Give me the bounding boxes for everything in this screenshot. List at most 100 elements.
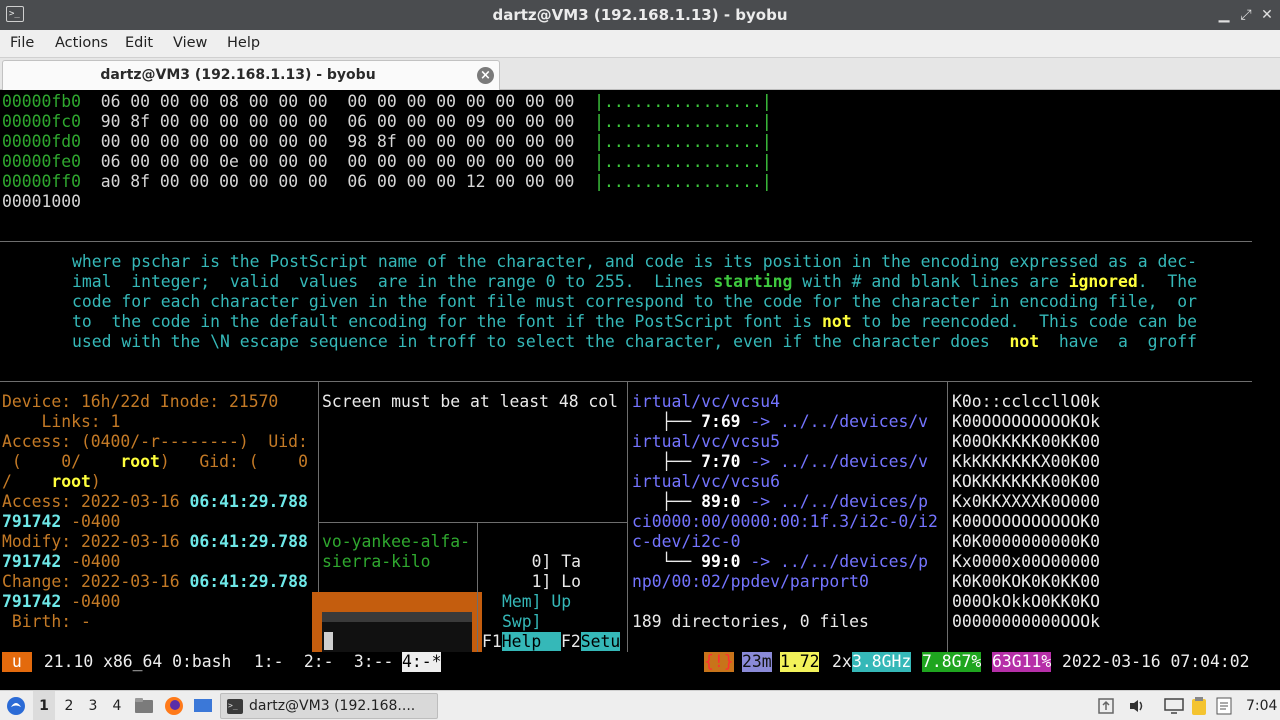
tab-session[interactable]: dartz@VM3 (192.168.1.13) - byobu ×: [2, 60, 500, 90]
menu-actions[interactable]: Actions: [55, 30, 108, 58]
start-menu-icon[interactable]: [5, 691, 27, 720]
tree-line: irtual/vc/vcsu4: [632, 392, 781, 411]
stat-birth: Birth: -: [2, 612, 91, 631]
workspace-2[interactable]: 2: [58, 691, 80, 720]
stat-modify-frac: 791742 -0400: [2, 552, 121, 571]
workspace-3[interactable]: 3: [82, 691, 104, 720]
display-icon[interactable]: [1164, 691, 1186, 720]
window-title: dartz@VM3 (192.168.1.13) - byobu: [492, 6, 788, 24]
stat-modify-time: Modify: 2022-03-16 06:41:29.788: [2, 532, 308, 551]
workspace-4[interactable]: 4: [106, 691, 128, 720]
taskbar-terminal-task[interactable]: >_ dartz@VM3 (192.168....: [220, 693, 438, 719]
status-memory: 7.8G7%: [922, 652, 982, 672]
pane-divider: [0, 381, 1252, 382]
pane-divider: [319, 522, 627, 523]
hex-end-offset: 00001000: [2, 192, 81, 211]
tray-upload-icon[interactable]: [1098, 691, 1118, 720]
close-window-button[interactable]: ✕: [1257, 5, 1277, 25]
stat-uid: ( 0/ root) Gid: ( 0: [2, 452, 308, 471]
hex-row: 00000fe0 06 00 00 00 0e 00 00 00 00 00 0…: [2, 152, 772, 171]
workspace-1[interactable]: 1: [33, 691, 55, 720]
tree-summary: 189 directories, 0 files: [632, 612, 869, 631]
status-window-1[interactable]: 1:-: [244, 652, 293, 672]
art-line: 00000000000OOOk: [952, 612, 1101, 631]
tab-bar: dartz@VM3 (192.168.1.13) - byobu ×: [0, 58, 1280, 90]
byobu-status-bar: u 21.10 x86_64 0:bash 1:- 2:- 3:-- 4:-* …: [0, 652, 1280, 672]
menu-file[interactable]: File: [10, 30, 34, 58]
pane-divider: [627, 382, 628, 652]
screen-size-warning: Screen must be at least 48 col: [322, 392, 619, 411]
tree-line: irtual/vc/vcsu5: [632, 432, 781, 451]
art-line: K00OOOOOOOOOOK0: [952, 512, 1101, 531]
desktop-icon[interactable]: [193, 691, 215, 720]
stat-access-perm: Access: (0400/-r--------) Uid:: [2, 432, 308, 451]
tab-close-icon[interactable]: ×: [477, 67, 494, 84]
pane-divider: [947, 382, 948, 652]
task-label: dartz@VM3 (192.168....: [249, 698, 416, 714]
terminal-area[interactable]: 00000fb0 06 00 00 00 08 00 00 00 00 00 0…: [0, 90, 1280, 690]
stat-gid: / root): [2, 472, 101, 491]
tree-line: irtual/vc/vcsu6: [632, 472, 781, 491]
stat-change-time: Change: 2022-03-16 06:41:29.788: [2, 572, 308, 591]
firefox-icon[interactable]: [164, 691, 186, 720]
status-os-badge: u: [2, 652, 32, 672]
status-release: 21.10 x86_64 0:bash: [34, 652, 242, 671]
window-titlebar[interactable]: >_ dartz@VM3 (192.168.1.13) - byobu ▁ ⤢ …: [0, 0, 1280, 30]
art-line: K0o::cclccllO0k: [952, 392, 1101, 411]
art-line: KOKKKKKKKK00K00: [952, 472, 1101, 491]
status-window-4-active[interactable]: 4:-*: [402, 652, 442, 672]
tab-title: dartz@VM3 (192.168.1.13) - byobu: [100, 67, 376, 83]
htop-help-button[interactable]: Help: [501, 632, 561, 651]
menu-view[interactable]: View: [173, 30, 207, 58]
stat-access-frac: 791742 -0400: [2, 512, 121, 531]
art-line: K0K0000000000K0: [952, 532, 1101, 551]
volume-icon[interactable]: [1128, 691, 1148, 720]
status-window-2[interactable]: 2:-: [294, 652, 343, 672]
art-line: 000OkOkkO0KK0KO: [952, 592, 1101, 611]
maximize-button[interactable]: ⤢: [1236, 5, 1256, 25]
tree-line: ci0000:00/0000:00:1f.3/i2c-0/i2: [632, 512, 938, 531]
terminal-icon: >_: [227, 699, 243, 714]
notes-icon[interactable]: [1216, 691, 1236, 720]
status-disk: 63G11%: [992, 652, 1052, 672]
stat-links: Links: 1: [2, 412, 121, 431]
tree-line: ├── 7:69 -> ../../devices/v: [632, 412, 929, 431]
menu-bar: File Actions Edit View Help: [0, 30, 1280, 58]
status-load: 1.72: [780, 652, 820, 672]
taskbar: 1 2 3 4 >_ dartz@VM3 (192.168.... 7:04: [0, 690, 1280, 720]
hex-row: 00000ff0 a0 8f 00 00 00 00 00 00 06 00 0…: [2, 172, 772, 191]
man-line: where pschar is the PostScript name of t…: [72, 252, 1197, 271]
status-window-3[interactable]: 3:--: [344, 652, 403, 672]
tree-line: └── 99:0 -> ../../devices/p: [632, 552, 929, 571]
hostname-line: sierra-kilo: [322, 552, 431, 571]
menu-edit[interactable]: Edit: [125, 30, 153, 58]
art-line: K00OKKKKK00KK00: [952, 432, 1101, 451]
file-manager-icon[interactable]: [134, 691, 156, 720]
htop-cpu1: 1] Lo: [502, 572, 581, 591]
art-line: KkKKKKKKKX00K00: [952, 452, 1101, 471]
tree-line: c-dev/i2c-0: [632, 532, 741, 551]
htop-setup-button[interactable]: Setu: [580, 632, 621, 651]
stat-access-time: Access: 2022-03-16 06:41:29.788: [2, 492, 308, 511]
pane-divider: [477, 523, 478, 652]
htop-cpu0: 0] Ta: [502, 552, 581, 571]
art-line: K0K00KOK0K0KK00: [952, 572, 1101, 591]
minimize-button[interactable]: ▁: [1214, 5, 1234, 25]
clipboard-icon[interactable]: [1190, 691, 1212, 720]
man-line: to the code in the default encoding for …: [72, 312, 1197, 331]
hex-row: 00000fd0 00 00 00 00 00 00 00 00 98 8f 0…: [2, 132, 772, 151]
htop-function-keys: F1Help F2Setu: [482, 632, 621, 651]
pane-divider: [0, 241, 1252, 242]
man-line: imal integer; valid values are in the ra…: [72, 272, 1197, 291]
art-line: K00OOOOOOOOOKOk: [952, 412, 1101, 431]
status-datetime: 2022-03-16 07:04:02: [1062, 652, 1250, 671]
stat-change-frac: 791742 -0400: [2, 592, 121, 611]
hex-row: 00000fb0 06 00 00 00 08 00 00 00 00 00 0…: [2, 92, 772, 111]
man-line: code for each character given in the fon…: [72, 292, 1197, 311]
taskbar-clock[interactable]: 7:04: [1246, 691, 1277, 720]
hostname-line: vo-yankee-alfa-: [322, 532, 471, 551]
pipes-pane: [312, 592, 482, 652]
status-alert: {!}: [704, 652, 734, 672]
menu-help[interactable]: Help: [227, 30, 260, 58]
status-cpu-count: 2x: [832, 652, 852, 671]
